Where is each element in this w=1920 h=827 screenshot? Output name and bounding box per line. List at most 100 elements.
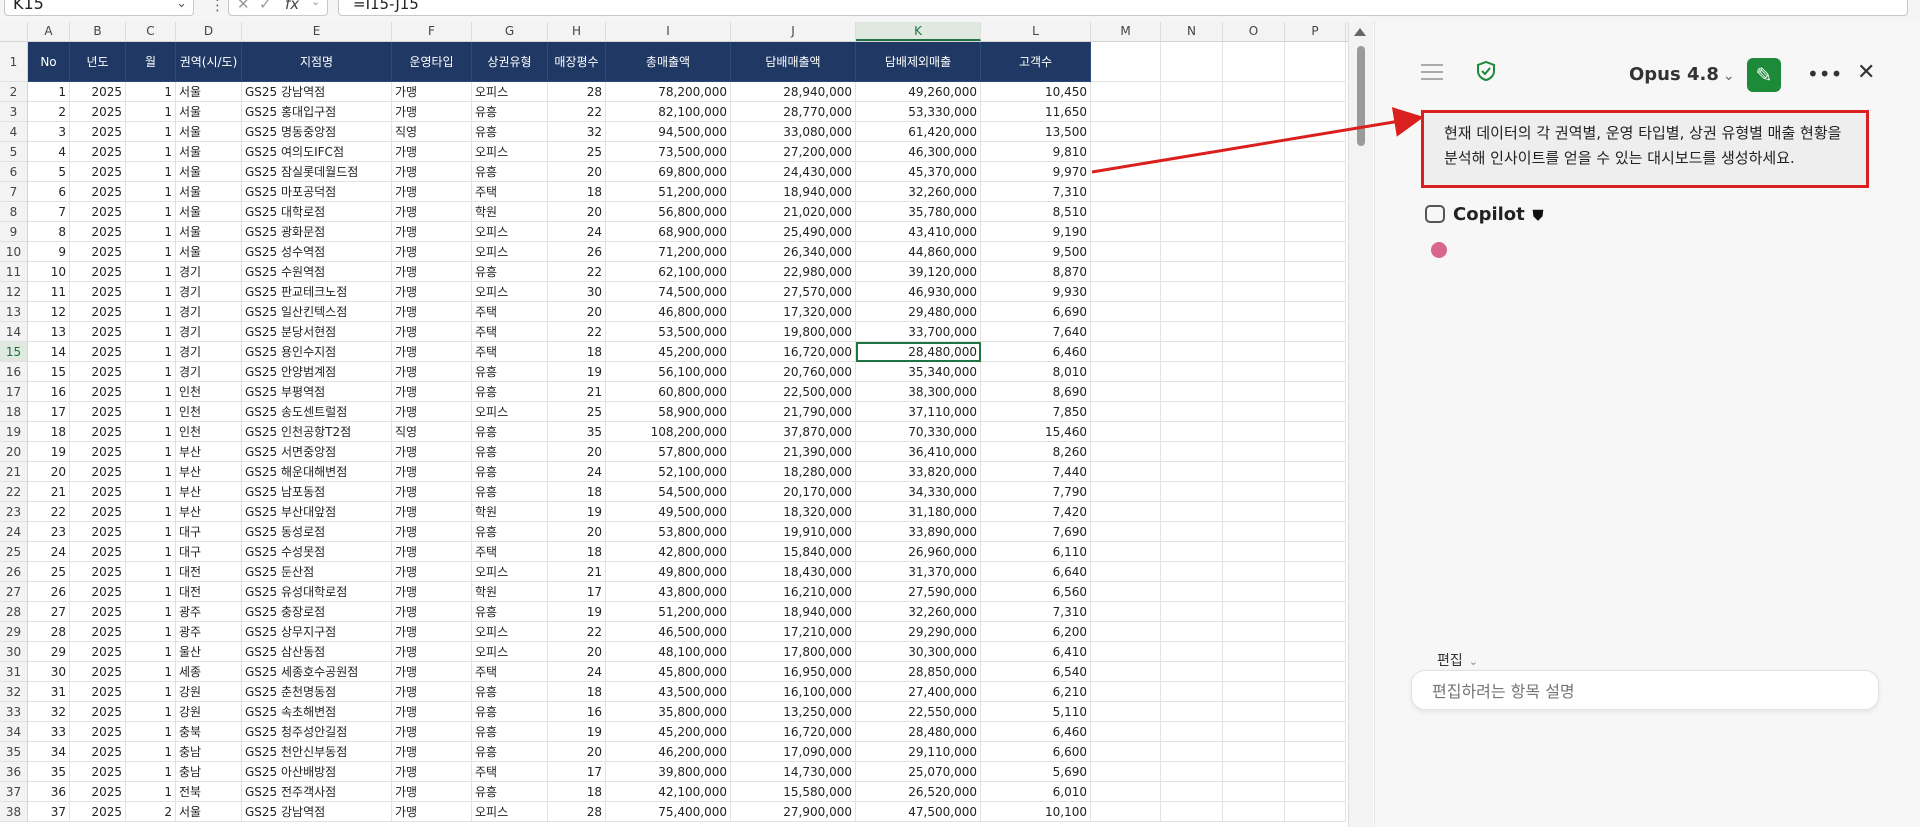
table-cell[interactable]: 2025 — [70, 742, 126, 762]
table-cell[interactable]: 19,910,000 — [731, 522, 856, 542]
empty-cell[interactable] — [1091, 362, 1161, 382]
row-header[interactable]: 27 — [0, 582, 28, 602]
table-cell[interactable]: 18 — [548, 542, 606, 562]
table-cell[interactable]: 2025 — [70, 182, 126, 202]
table-cell[interactable]: 1 — [126, 582, 176, 602]
table-cell[interactable]: 인천 — [176, 422, 242, 442]
table-cell[interactable]: 8,510 — [981, 202, 1091, 222]
table-cell[interactable]: 서울 — [176, 242, 242, 262]
row-header[interactable]: 4 — [0, 122, 28, 142]
more-vertical-icon[interactable]: ⋮ — [210, 0, 225, 14]
table-cell[interactable]: 충남 — [176, 762, 242, 782]
table-cell[interactable]: 7 — [28, 202, 70, 222]
empty-cell[interactable] — [1091, 42, 1161, 82]
table-cell[interactable]: 18,940,000 — [731, 182, 856, 202]
empty-cell[interactable] — [1285, 522, 1346, 542]
table-cell[interactable]: GS25 둔산점 — [242, 562, 392, 582]
empty-cell[interactable] — [1285, 702, 1346, 722]
table-cell[interactable]: 1 — [126, 542, 176, 562]
table-cell[interactable]: 오피스 — [472, 282, 548, 302]
empty-cell[interactable] — [1091, 482, 1161, 502]
empty-cell[interactable] — [1091, 762, 1161, 782]
row-header[interactable]: 36 — [0, 762, 28, 782]
empty-cell[interactable] — [1285, 622, 1346, 642]
table-cell[interactable]: 경기 — [176, 322, 242, 342]
table-cell[interactable]: 11,650 — [981, 102, 1091, 122]
table-cell[interactable]: GS25 속초해변점 — [242, 702, 392, 722]
table-cell[interactable]: 30,300,000 — [856, 642, 981, 662]
table-cell[interactable]: 33,700,000 — [856, 322, 981, 342]
empty-cell[interactable] — [1285, 302, 1346, 322]
table-cell[interactable]: 46,500,000 — [606, 622, 731, 642]
table-cell[interactable]: 9 — [28, 242, 70, 262]
empty-cell[interactable] — [1223, 622, 1285, 642]
table-cell[interactable]: 대구 — [176, 542, 242, 562]
table-cell[interactable]: 22 — [548, 262, 606, 282]
column-header-o[interactable]: O — [1223, 22, 1285, 41]
table-cell[interactable]: 73,500,000 — [606, 142, 731, 162]
table-cell[interactable]: 가맹 — [392, 802, 472, 822]
table-cell[interactable]: 유흥 — [472, 682, 548, 702]
empty-cell[interactable] — [1285, 582, 1346, 602]
row-header[interactable]: 21 — [0, 462, 28, 482]
column-header-p[interactable]: P — [1285, 22, 1346, 41]
empty-cell[interactable] — [1285, 82, 1346, 102]
table-cell[interactable]: 28 — [28, 622, 70, 642]
table-cell[interactable]: 24 — [548, 222, 606, 242]
table-cell[interactable]: 유흥 — [472, 262, 548, 282]
row-header[interactable]: 29 — [0, 622, 28, 642]
table-cell[interactable]: 108,200,000 — [606, 422, 731, 442]
table-cell[interactable]: 유흥 — [472, 522, 548, 542]
table-cell[interactable]: 39,800,000 — [606, 762, 731, 782]
table-cell[interactable]: 29,110,000 — [856, 742, 981, 762]
empty-cell[interactable] — [1091, 302, 1161, 322]
table-cell[interactable]: 9,190 — [981, 222, 1091, 242]
edit-mode-selector[interactable]: 편집 ⌄ — [1437, 650, 1478, 670]
table-cell[interactable]: 1 — [126, 782, 176, 802]
table-cell[interactable]: 2025 — [70, 82, 126, 102]
row-header[interactable]: 7 — [0, 182, 28, 202]
empty-cell[interactable] — [1161, 42, 1223, 82]
row-header[interactable]: 15 — [0, 342, 28, 362]
table-cell[interactable]: 26 — [548, 242, 606, 262]
table-cell[interactable]: 1 — [126, 422, 176, 442]
empty-cell[interactable] — [1223, 162, 1285, 182]
table-cell[interactable]: 1 — [126, 442, 176, 462]
table-cell[interactable]: 오피스 — [472, 142, 548, 162]
table-cell[interactable]: 가맹 — [392, 682, 472, 702]
row-header[interactable]: 10 — [0, 242, 28, 262]
empty-cell[interactable] — [1223, 182, 1285, 202]
table-cell[interactable]: 오피스 — [472, 802, 548, 822]
empty-cell[interactable] — [1161, 422, 1223, 442]
table-cell[interactable]: 26,960,000 — [856, 542, 981, 562]
table-cell[interactable]: 2025 — [70, 602, 126, 622]
table-cell[interactable]: 39,120,000 — [856, 262, 981, 282]
table-cell[interactable]: 5,110 — [981, 702, 1091, 722]
table-cell[interactable]: 유흥 — [472, 782, 548, 802]
row-header[interactable]: 19 — [0, 422, 28, 442]
table-cell[interactable]: 학원 — [472, 502, 548, 522]
table-cell[interactable]: 2025 — [70, 222, 126, 242]
table-cell[interactable]: 19 — [548, 362, 606, 382]
row-header[interactable]: 11 — [0, 262, 28, 282]
empty-cell[interactable] — [1091, 742, 1161, 762]
table-cell[interactable]: 주택 — [472, 342, 548, 362]
table-cell[interactable]: 경기 — [176, 342, 242, 362]
empty-cell[interactable] — [1223, 142, 1285, 162]
table-cell[interactable]: 전북 — [176, 782, 242, 802]
empty-cell[interactable] — [1223, 402, 1285, 422]
empty-cell[interactable] — [1091, 282, 1161, 302]
table-cell[interactable]: 충남 — [176, 742, 242, 762]
empty-cell[interactable] — [1285, 42, 1346, 82]
table-cell[interactable]: 35,800,000 — [606, 702, 731, 722]
empty-cell[interactable] — [1223, 562, 1285, 582]
table-cell[interactable]: 광주 — [176, 602, 242, 622]
table-cell[interactable]: 21,390,000 — [731, 442, 856, 462]
table-header-cell[interactable]: 담배매출액 — [731, 42, 856, 82]
table-cell[interactable]: 2025 — [70, 202, 126, 222]
empty-cell[interactable] — [1091, 662, 1161, 682]
table-cell[interactable]: 가맹 — [392, 522, 472, 542]
column-header-l[interactable]: L — [981, 22, 1091, 41]
empty-cell[interactable] — [1285, 722, 1346, 742]
empty-cell[interactable] — [1091, 462, 1161, 482]
